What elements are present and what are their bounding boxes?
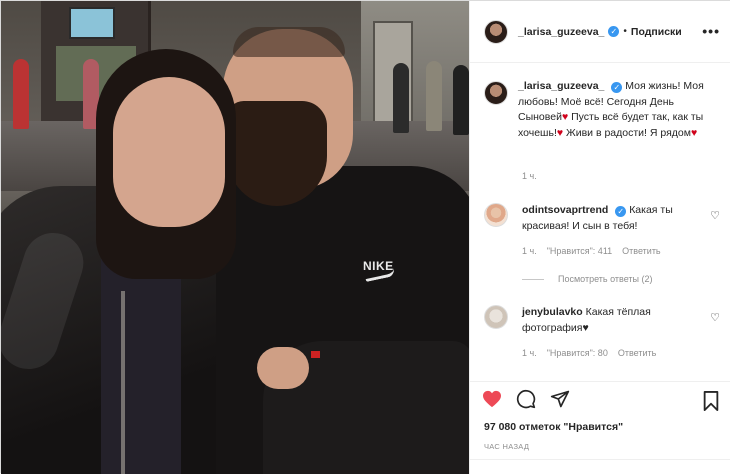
caption-text: _larisa_guzeeva_ ✓ Моя жизнь! Моя любовь… xyxy=(518,79,720,141)
comment-divider xyxy=(470,459,730,460)
view-replies-button[interactable]: Посмотреть ответы (2) xyxy=(522,274,653,284)
photo-hand xyxy=(257,347,309,389)
actions-divider xyxy=(470,381,730,382)
caption-username[interactable]: _larisa_guzeeva_ xyxy=(518,80,604,92)
post-photo[interactable]: NIKE xyxy=(1,1,469,474)
photo-red-tag xyxy=(311,351,320,358)
comment-likes[interactable]: "Нравится": 411 xyxy=(547,246,612,256)
comment-time: 1 ч. xyxy=(522,348,537,358)
photo-pedestrian xyxy=(426,61,442,131)
verified-badge-icon: ✓ xyxy=(611,82,623,93)
heart-filled-icon[interactable] xyxy=(482,390,502,408)
caption-time: 1 ч. xyxy=(522,171,537,181)
caption-avatar[interactable] xyxy=(484,81,508,105)
commenter-username[interactable]: jenybulavko xyxy=(522,306,583,318)
post-card: NIKE _larisa_guzeeva_ ✓ • Подписки ••• _… xyxy=(0,0,730,474)
caption-text-part3: Живи в радости! Я рядом xyxy=(566,126,691,139)
bookmark-icon[interactable] xyxy=(703,391,719,411)
comment-item: odintsovaprtrend ✓ Какая ты красивая! И … xyxy=(484,203,720,234)
more-options-icon[interactable]: ••• xyxy=(702,23,720,39)
photo-zipper xyxy=(121,291,125,474)
author-avatar[interactable] xyxy=(484,19,508,44)
heart-emoji-icon: ♥ xyxy=(582,321,589,334)
comment-text: jenybulavko Какая тёплая фотография♥ xyxy=(522,305,702,336)
commenter-username[interactable]: odintsovaprtrend xyxy=(522,204,608,216)
photo-pedestrian xyxy=(393,63,409,133)
comment-like-icon[interactable]: ♡ xyxy=(710,209,720,222)
verified-badge-icon: ✓ xyxy=(615,206,627,217)
photo-man-beard xyxy=(227,101,327,206)
photo-woman-top xyxy=(101,251,181,474)
heart-emoji-icon: ♥ xyxy=(690,126,698,139)
heart-emoji-icon: ♥ xyxy=(556,126,564,139)
verified-badge-icon: ✓ xyxy=(608,26,620,37)
following-button[interactable]: Подписки xyxy=(631,26,682,38)
comment-meta: 1 ч. "Нравится": 411 Ответить xyxy=(522,246,661,256)
heart-emoji-icon: ♥ xyxy=(561,111,569,123)
comment-reply-button[interactable]: Ответить xyxy=(622,246,660,256)
view-replies-label[interactable]: Посмотреть ответы (2) xyxy=(558,274,653,284)
photo-man-hair xyxy=(233,27,345,57)
header-separator: • xyxy=(623,26,627,37)
action-bar xyxy=(482,389,570,409)
commenter-avatar[interactable] xyxy=(484,305,508,329)
comment-time: 1 ч. xyxy=(522,246,537,256)
comment-icon[interactable] xyxy=(516,389,536,409)
comment-item: jenybulavko Какая тёплая фотография♥ ♡ xyxy=(484,305,720,336)
comment-text: odintsovaprtrend ✓ Какая ты красивая! И … xyxy=(522,203,702,234)
photo-pedestrian xyxy=(13,59,29,129)
photo-screen xyxy=(69,7,115,39)
comment-likes[interactable]: "Нравится": 80 xyxy=(547,348,608,358)
post-caption: _larisa_guzeeva_ ✓ Моя жизнь! Моя любовь… xyxy=(484,79,720,141)
comment-reply-button[interactable]: Ответить xyxy=(618,348,656,358)
replies-divider xyxy=(522,278,544,280)
comment-like-icon[interactable]: ♡ xyxy=(710,311,720,324)
post-sidebar: _larisa_guzeeva_ ✓ • Подписки ••• _laris… xyxy=(469,1,730,474)
likes-count[interactable]: 97 080 отметок "Нравится" xyxy=(484,421,623,433)
photo-woman-face xyxy=(113,77,225,227)
author-username[interactable]: _larisa_guzeeva_ xyxy=(518,26,604,38)
post-header: _larisa_guzeeva_ ✓ • Подписки ••• xyxy=(470,1,730,63)
commenter-avatar[interactable] xyxy=(484,203,508,227)
photo-pedestrian xyxy=(453,65,469,135)
post-timestamp: ЧАС НАЗАД xyxy=(484,442,530,451)
share-icon[interactable] xyxy=(550,389,570,409)
comment-meta: 1 ч. "Нравится": 80 Ответить xyxy=(522,348,656,358)
